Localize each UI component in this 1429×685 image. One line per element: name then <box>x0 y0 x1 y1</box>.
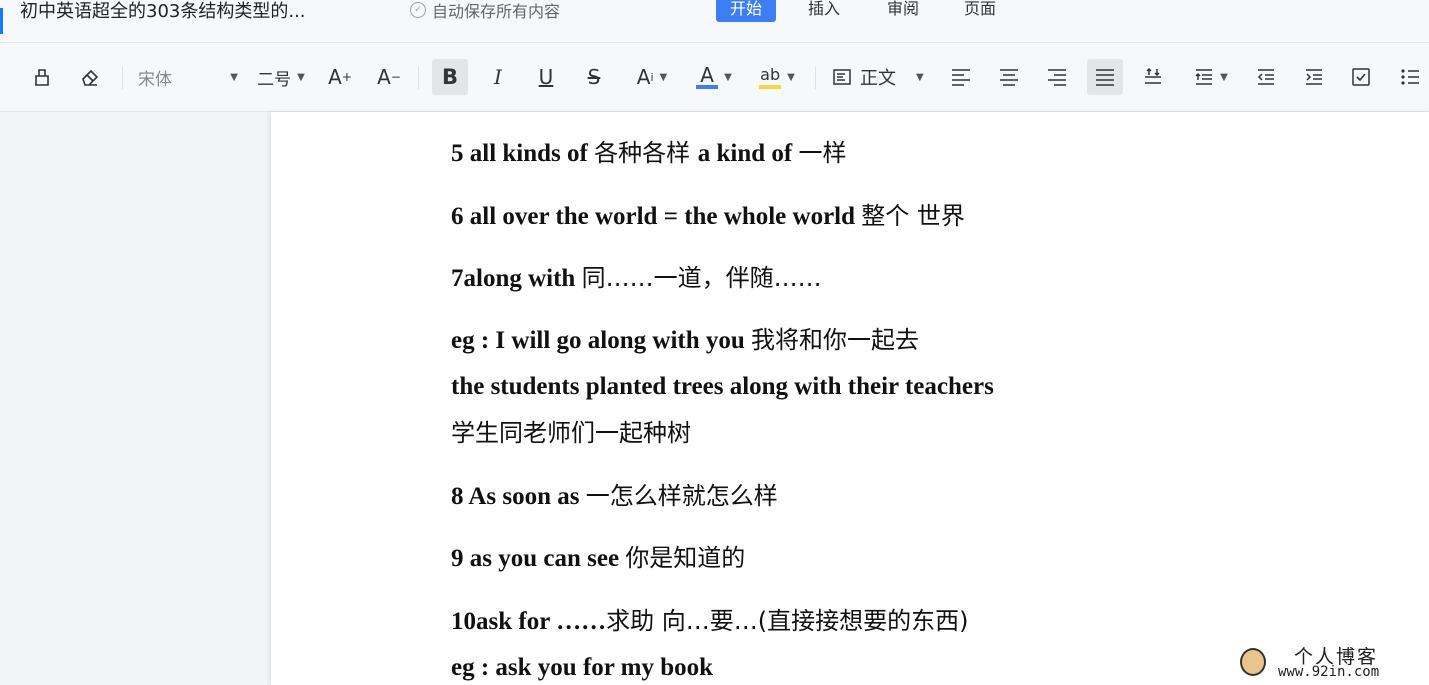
italic-icon[interactable]: I <box>484 59 512 95</box>
font-family-value: 宋体 <box>138 69 172 90</box>
align-left-icon[interactable] <box>948 59 974 95</box>
eraser-icon[interactable] <box>76 59 104 95</box>
chevron-down-icon: ▼ <box>787 71 795 83</box>
doc-line: 7along with 同……一道，伴随…… <box>451 264 822 292</box>
chevron-down-icon: ▼ <box>724 71 732 83</box>
check-circle-icon: ✓ <box>410 2 426 18</box>
doc-line: 10ask for ……求助 向…要…(直接接想要的东西) <box>451 607 969 635</box>
doc-line: 8 As soon as 一怎么样就怎么样 <box>451 482 778 510</box>
line-spacing-icon[interactable] <box>1140 59 1166 95</box>
indent-icon[interactable] <box>1301 59 1327 95</box>
avatar-icon <box>1240 648 1266 676</box>
underline-icon[interactable]: U <box>532 59 560 95</box>
doc-line: 学生同老师们一起种树 <box>451 419 691 447</box>
doc-line: 5 all kinds of 各种各样 a kind of 一样 <box>451 139 847 167</box>
toolbar-divider <box>815 67 816 89</box>
chevron-down-icon: ▼ <box>659 71 668 83</box>
paragraph-style-value: 正文 <box>860 68 896 89</box>
tab-start[interactable]: 开始 <box>716 0 777 22</box>
chevron-down-icon: ▼ <box>916 71 924 83</box>
doc-line: the students planted trees along with th… <box>451 373 994 400</box>
highlight-icon[interactable]: ab ▼ <box>755 59 799 95</box>
justify-icon[interactable] <box>1087 59 1123 95</box>
paragraph-spacing-icon[interactable]: ▼ <box>1188 59 1234 95</box>
document-canvas-margin <box>0 112 271 685</box>
chevron-down-icon: ▼ <box>230 71 238 83</box>
document-title[interactable]: 初中英语超全的303条结构类型的... <box>20 0 306 23</box>
doc-line: eg : I will go along with you 我将和你一起去 <box>451 326 920 354</box>
font-size-value: 二号 <box>257 69 292 90</box>
font-color-icon[interactable]: A ▼ <box>692 59 736 95</box>
font-family-select[interactable]: 宋体 ▼ <box>138 59 238 95</box>
autosave-status: ✓ 自动保存所有内容 <box>410 0 560 22</box>
tab-review[interactable]: 审阅 <box>887 0 919 22</box>
format-painter-icon[interactable] <box>28 59 56 95</box>
paragraph-style-select[interactable]: 正文 ▼ <box>832 59 930 95</box>
autosave-label: 自动保存所有内容 <box>432 2 561 21</box>
bold-icon[interactable]: B <box>432 59 468 95</box>
increase-font-icon[interactable]: A + <box>327 59 353 95</box>
tab-insert[interactable]: 插入 <box>808 0 840 22</box>
paragraph-style-icon <box>833 69 851 85</box>
watermark: 个人博客 www.92in.com <box>1234 640 1424 682</box>
superscript-icon[interactable]: Ai ▼ <box>630 59 674 95</box>
decrease-font-icon[interactable]: A − <box>376 59 402 95</box>
watermark-url: www.92in.com <box>1278 664 1380 680</box>
tab-page[interactable]: 页面 <box>964 0 996 22</box>
active-doc-indicator <box>0 8 3 34</box>
align-right-icon[interactable] <box>1044 59 1070 95</box>
outdent-icon[interactable] <box>1253 59 1279 95</box>
chevron-down-icon: ▼ <box>1220 71 1228 83</box>
font-size-select[interactable]: 二号 ▼ <box>253 59 309 95</box>
toolbar-divider <box>122 67 123 89</box>
title-bar: 初中英语超全的303条结构类型的... ✓ 自动保存所有内容 开始 插入 审阅 … <box>0 0 1429 43</box>
doc-line: 6 all over the world = the whole world 整… <box>451 202 965 230</box>
strikethrough-icon[interactable]: S <box>580 59 608 95</box>
checklist-icon[interactable] <box>1348 59 1374 95</box>
align-center-icon[interactable] <box>996 59 1022 95</box>
bullet-list-icon[interactable] <box>1397 59 1423 95</box>
doc-line: 9 as you can see 你是知道的 <box>451 544 746 572</box>
chevron-down-icon: ▼ <box>297 71 305 83</box>
toolbar-divider <box>418 67 419 89</box>
doc-line: eg : ask you for my book <box>451 654 714 681</box>
formatting-toolbar: 宋体 ▼ 二号 ▼ A + A − B I U S Ai ▼ A ▼ ab ▼ 正文 ▼ ▼ <box>0 43 1429 112</box>
